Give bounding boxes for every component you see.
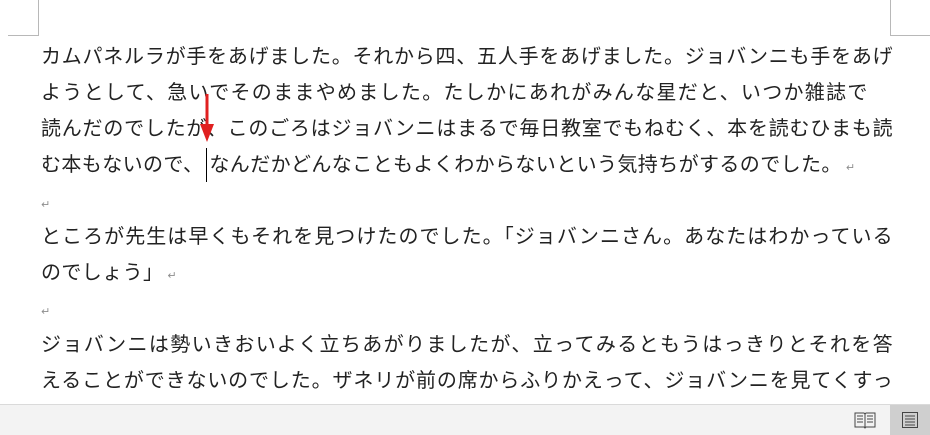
empty-paragraph-mark: ↵ xyxy=(41,305,51,318)
line-text: ようとして、急いでそのままやめました。たしかにあれがみんな星だと、いつか雑誌で xyxy=(41,80,869,104)
text-line[interactable]: ところが先生は早くもそれを見つけたのでした。「ジョバンニさん。あなたはわかってい… xyxy=(41,218,893,254)
print-layout-button[interactable] xyxy=(890,405,930,435)
text-line[interactable]: 読んだのでしたが、このごろはジョバンニはまるで毎日教室でもねむく、本を読むひまも… xyxy=(41,110,893,146)
document-page[interactable]: カムパネルラが手をあげました。それから四、五人手をあげました。ジョバンニも手をあ… xyxy=(0,0,930,404)
text-line[interactable]: ジョバンニは勢いきおいよく立ちあがりましたが、立ってみるともうはっきりとそれを答 xyxy=(41,326,893,362)
text-line[interactable]: む本もないので、 なんだかどんなこともよくわからないという気持ちがするのでした。 ↵ xyxy=(41,146,893,182)
line-text: なんだかどんなこともよくわからないという気持ちがするのでした。 xyxy=(209,152,842,176)
text-line[interactable]: カムパネルラが手をあげました。それから四、五人手をあげました。ジョバンニも手をあ… xyxy=(41,38,893,74)
status-bar xyxy=(0,404,930,435)
text-line[interactable]: えることができないのでした。ザネリが前の席からふりかえって、ジョバンニを見てくす… xyxy=(41,362,893,398)
text-line[interactable]: ようとして、急いでそのままやめました。たしかにあれがみんな星だと、いつか雑誌で xyxy=(41,74,893,110)
line-text: えることができないのでした。ザネリが前の席からふりかえって、ジョバンニを見てくす… xyxy=(41,368,893,392)
text-cursor xyxy=(206,148,207,182)
top-left-margin-mark xyxy=(8,0,39,36)
paragraph-mark: ↵ xyxy=(845,161,856,174)
read-mode-icon xyxy=(854,412,876,429)
empty-paragraph-mark: ↵ xyxy=(41,198,51,211)
print-layout-icon xyxy=(902,412,918,428)
top-right-margin-mark xyxy=(890,0,930,36)
line-text: む本もないので、 xyxy=(41,152,204,176)
text-line[interactable]: のでしょう」 ↵ xyxy=(41,254,893,290)
red-arrow-annotation xyxy=(200,94,214,142)
read-mode-button[interactable] xyxy=(845,405,885,435)
line-text: のでしょう」 xyxy=(41,260,164,284)
line-text: ところが先生は早くもそれを見つけたのでした。「ジョバンニさん。あなたはわかってい… xyxy=(41,224,893,248)
line-text: ジョバンニは勢いきおいよく立ちあがりましたが、立ってみるともうはっきりとそれを答 xyxy=(41,332,893,356)
line-text: 読んだのでしたが、このごろはジョバンニはまるで毎日教室でもねむく、本を読むひまも… xyxy=(41,116,893,140)
paragraph-mark: ↵ xyxy=(167,269,178,282)
line-text: カムパネルラが手をあげました。それから四、五人手をあげました。ジョバンニも手をあ… xyxy=(41,44,893,68)
